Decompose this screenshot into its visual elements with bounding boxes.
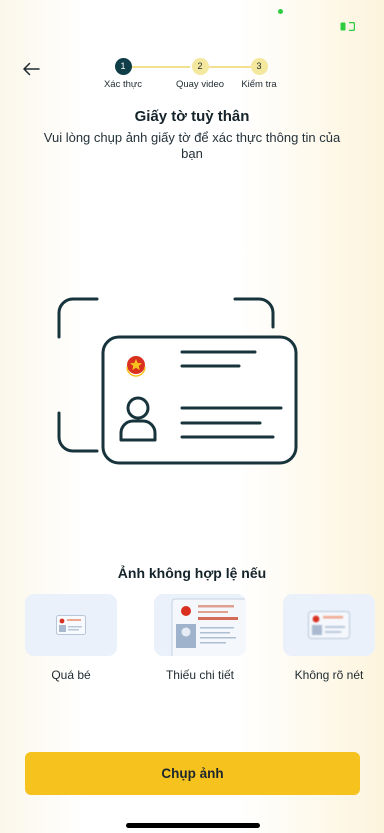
home-indicator: [126, 823, 260, 828]
battery-icon: [340, 22, 355, 31]
step-1: 1 Xác thực: [88, 58, 158, 90]
page-subtitle: Vui lòng chụp ảnh giấy tờ để xác thực th…: [43, 130, 341, 161]
step-3: 3 Kiểm tra: [224, 58, 294, 90]
step-label: Xác thực: [103, 79, 143, 90]
status-indicator-dot: [278, 9, 283, 14]
blurry-id-card-icon: [308, 611, 350, 639]
example-card: [283, 594, 375, 656]
example-blurry: Không rõ nét: [283, 594, 375, 682]
example-card: [154, 594, 246, 656]
step-number: 3: [250, 58, 268, 75]
national-emblem-icon: [126, 356, 146, 377]
example-too-small: Quá bé: [25, 594, 117, 682]
step-number: 2: [191, 58, 209, 75]
example-card: [25, 594, 117, 656]
step-number: 1: [114, 58, 132, 75]
id-card-scan-icon: [57, 297, 298, 465]
invalid-photo-heading: Ảnh không hợp lệ nếu: [117, 565, 267, 581]
step-label: Kiểm tra: [241, 79, 277, 90]
example-label: Quá bé: [51, 668, 91, 682]
page-title: Giấy tờ tuỳ thân: [134, 108, 250, 125]
progress-stepper: 1 Xác thực 2 Quay video 3 Kiểm tra: [0, 58, 384, 92]
example-label: Thiếu chi tiết: [165, 668, 235, 682]
capture-photo-button[interactable]: Chụp ảnh: [25, 752, 360, 795]
example-label: Không rõ nét: [294, 668, 364, 682]
small-id-card-icon: [56, 615, 86, 635]
cropped-id-card-icon: [171, 598, 246, 656]
example-missing-details: Thiếu chi tiết: [154, 594, 246, 682]
